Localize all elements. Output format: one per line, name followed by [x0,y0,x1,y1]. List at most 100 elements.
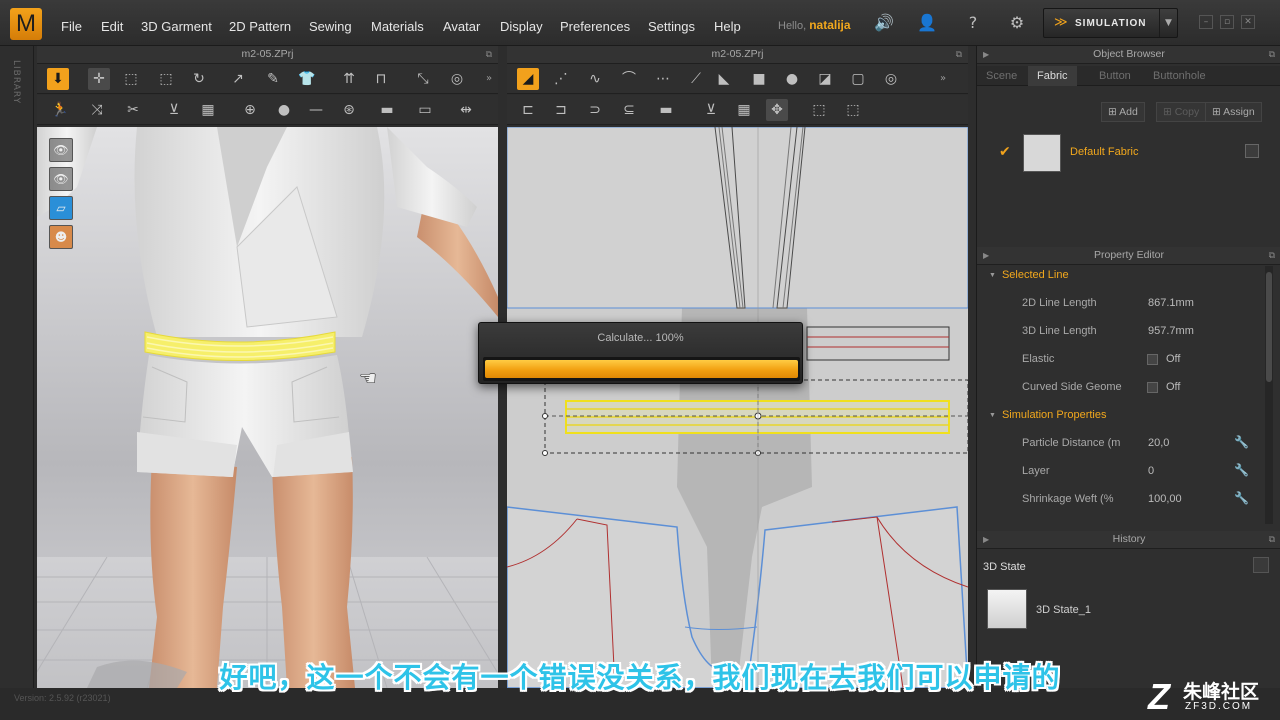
edit-curve-icon[interactable]: ↗ [227,68,249,90]
app-logo[interactable]: M [10,8,42,40]
internal-polygon-icon[interactable]: ◪ [814,68,836,90]
internal-rectangle-icon[interactable]: ▢ [847,68,869,90]
edit-fabric-icon[interactable] [1245,144,1259,158]
wrench-icon[interactable]: 🔧 [1234,491,1249,505]
minimize-button[interactable]: – [1199,15,1213,29]
button-add-icon[interactable]: ⊕ [239,99,261,121]
simulation-properties-section[interactable]: Simulation Properties [989,409,1107,421]
property-value[interactable]: 100,00 [1148,493,1182,505]
more-tools-icon[interactable]: » [940,73,946,84]
library-strip[interactable]: LIBRARY [0,46,34,688]
arrangement-icon[interactable]: ⤨ [86,99,108,121]
fold-arrangement-icon[interactable]: ↻ [188,68,210,90]
add-button[interactable]: ⊞ Add [1101,102,1145,122]
fabric-list-item[interactable]: ✔ Default Fabric [991,134,1267,174]
curve-point-icon[interactable]: ⌒ [618,68,640,90]
trace-icon[interactable]: ⟋ [685,68,707,90]
menu-edit[interactable]: Edit [101,19,123,34]
brush-icon[interactable]: ✂ [122,99,144,121]
tab-scene[interactable]: Scene [977,66,1026,86]
menu-sewing[interactable]: Sewing [309,19,352,34]
zipper-icon[interactable]: ⊛ [338,99,360,121]
menu-display[interactable]: Display [500,19,543,34]
rectangle-icon[interactable]: ■ [748,68,770,90]
copy-button[interactable]: ⊞ Copy [1156,102,1207,122]
fabric-pattern-icon[interactable]: ▦ [197,99,219,121]
tack-2d-icon[interactable]: ⊻ [700,99,722,121]
select-point-icon[interactable]: ⬚ [155,68,177,90]
more-tools-icon[interactable]: » [486,73,492,84]
chevron-down-icon[interactable]: ▼ [1159,9,1177,37]
property-value[interactable]: 0 [1148,465,1154,477]
garment-icon[interactable]: 👕 [296,68,318,90]
history-thumbnail[interactable] [987,589,1027,629]
select-2d-icon[interactable]: ✥ [766,99,788,121]
tab-fabric[interactable]: Fabric [1028,66,1077,86]
menu-help[interactable]: Help [714,19,741,34]
transform-arrow-icon[interactable]: ⬇ [47,68,69,90]
select-move-icon[interactable]: ✛ [88,68,110,90]
close-button[interactable]: ✕ [1241,15,1255,29]
edit-pattern-icon[interactable]: ◢ [517,68,539,90]
segment-sewing-icon[interactable]: ⊐ [550,99,572,121]
wrench-icon[interactable]: 🔧 [1234,463,1249,477]
selected-line-section[interactable]: Selected Line [989,269,1069,281]
topstitch-icon[interactable]: ▭ [414,99,436,121]
strengthen-icon[interactable]: ⇹ [455,99,477,121]
scrollbar-thumb[interactable] [1266,272,1272,382]
wrench-icon[interactable]: 🔧 [1234,435,1249,449]
dart-icon[interactable]: ⊏ [517,99,539,121]
menu-settings[interactable]: Settings [648,19,695,34]
menu-avatar[interactable]: Avatar [443,19,480,34]
fold-icon[interactable]: ⊓ [370,68,392,90]
menu-3d-garment[interactable]: 3D Garment [141,19,212,34]
avatar-display-icon[interactable]: ☻ [49,225,73,249]
simulation-button[interactable]: ≫ SIMULATION ▼ [1043,8,1178,38]
pin-icon[interactable]: ⇈ [338,68,360,90]
puckering-icon[interactable]: ▬ [376,99,398,121]
undock-icon[interactable]: ⧉ [1269,531,1275,548]
collapse-arrow-icon[interactable]: ▶ [983,46,989,63]
viewport-2d[interactable] [507,127,968,688]
plugin-icon[interactable]: ⚙ [1006,12,1028,34]
viewport-3d[interactable]: ☚ 👁 👁 ▱ ☻ [37,127,498,688]
free-sewing-icon[interactable]: ⊃ [584,99,606,121]
tape-icon[interactable]: ◎ [446,68,468,90]
show-garment-icon[interactable]: 👁 [49,167,73,191]
texture-icon[interactable]: ▦ [733,99,755,121]
edit-point-icon[interactable]: ⋰ [550,68,572,90]
undock-icon[interactable]: ⧉ [956,46,962,63]
user-icon[interactable]: 👤 [916,12,938,34]
collapse-arrow-icon[interactable]: ▶ [983,531,989,548]
select-mesh-icon[interactable]: ⬚ [120,68,142,90]
button-icon[interactable]: ● [273,99,295,121]
topstitch-2d-icon[interactable]: ▬ [655,99,677,121]
maximize-button[interactable]: ▫ [1220,15,1234,29]
speaker-icon[interactable]: 🔊 [873,12,895,34]
help-icon[interactable]: ? [962,12,984,34]
collapse-arrow-icon[interactable]: ▶ [983,247,989,264]
undock-icon[interactable]: ⧉ [1269,247,1275,264]
property-value[interactable]: 20,0 [1148,437,1169,449]
polygon-icon[interactable]: ◣ [713,68,735,90]
edit-curvature-icon[interactable]: ∿ [584,68,606,90]
tab-buttonhole[interactable]: Buttonhole [1144,66,1215,86]
add-point-icon[interactable]: ⋯ [652,68,674,90]
check-sewing-icon[interactable]: ⊆ [618,99,640,121]
menu-materials[interactable]: Materials [371,19,424,34]
internal-circle-icon[interactable]: ◎ [880,68,902,90]
line-tool-icon[interactable]: — [305,99,327,121]
elastic-checkbox[interactable] [1147,354,1158,365]
tack-add-icon[interactable]: ⊻ [163,99,185,121]
display-mode-icon[interactable]: ▱ [49,196,73,220]
show-avatar-icon[interactable]: 👁 [49,138,73,162]
curved-side-checkbox[interactable] [1147,382,1158,393]
history-snapshot-icon[interactable] [1253,557,1269,573]
notch-icon[interactable]: ⬚ [808,99,830,121]
history-entry[interactable]: 3D State_1 [1036,604,1091,616]
grade-icon[interactable]: ⬚ [842,99,864,121]
menu-file[interactable]: File [61,19,82,34]
measure-icon[interactable]: ⤡ [412,68,434,90]
menu-2d-pattern[interactable]: 2D Pattern [229,19,291,34]
assign-button[interactable]: ⊞ Assign [1205,102,1262,122]
